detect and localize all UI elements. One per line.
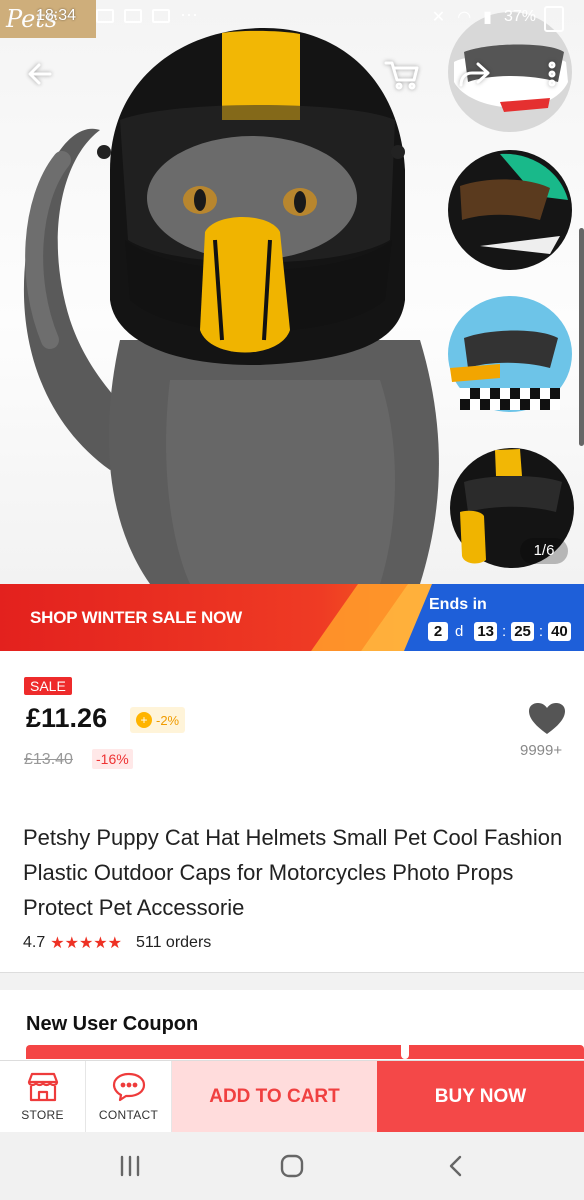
recent-apps-button[interactable]: [110, 1146, 150, 1186]
share-button[interactable]: [452, 52, 496, 96]
recent-apps-icon: [120, 1155, 140, 1177]
contact-label: CONTACT: [98, 1108, 159, 1122]
coin-icon: +: [136, 712, 152, 728]
orders-count: 511 orders: [135, 934, 212, 951]
home-button[interactable]: [272, 1146, 312, 1186]
rating-row[interactable]: 4.7 ★★★★★ 511 orders: [23, 933, 211, 953]
arrow-left-icon: [28, 63, 52, 85]
countdown-minutes: 25: [511, 622, 534, 641]
chevron-left-icon: [449, 1155, 462, 1177]
store-icon: [27, 1072, 58, 1102]
wifi-icon: ◠: [457, 9, 472, 26]
thumbnail-3[interactable]: [440, 288, 576, 424]
ends-in-label: Ends in: [429, 596, 487, 613]
mail-icon: [124, 9, 142, 23]
cart-button[interactable]: [380, 52, 424, 96]
buy-now-button[interactable]: BUY NOW: [377, 1061, 584, 1133]
product-title: Petshy Puppy Cat Hat Helmets Small Pet C…: [23, 825, 563, 920]
countdown-hours: 13: [474, 622, 498, 641]
add-to-cart-button[interactable]: ADD TO CART: [172, 1061, 377, 1133]
coupon-title: New User Coupon: [26, 1013, 199, 1035]
store-label: STORE: [21, 1108, 64, 1122]
more-vertical-icon: [548, 61, 556, 87]
more-options-button[interactable]: [530, 52, 574, 96]
countdown-days: 2: [428, 622, 448, 641]
sale-tag: SALE: [24, 677, 72, 695]
gallery-page-indicator: 1/6: [520, 538, 568, 564]
coin-discount-value: -2%: [156, 712, 180, 728]
mute-icon: ✕: [431, 9, 446, 26]
contact-button[interactable]: CONTACT: [86, 1061, 172, 1133]
action-bar: STORE CONTACT ADD TO CART BUY NOW: [0, 1060, 584, 1133]
status-indicators: ✕ ◠ ▮ 37%: [432, 7, 536, 27]
system-nav-bar: [0, 1132, 584, 1200]
battery-icon: [544, 6, 564, 32]
thumbnail-2[interactable]: [440, 140, 576, 276]
status-time: 18:34: [36, 7, 77, 24]
home-icon: [280, 1154, 304, 1178]
share-icon: [459, 62, 490, 87]
notification-icons: ···: [96, 4, 198, 24]
wishlist-count: 9999+: [520, 742, 563, 759]
heart-icon[interactable]: [527, 702, 567, 736]
scrollbar[interactable]: [579, 228, 584, 446]
star-rating-icon: ★★★★★: [50, 935, 122, 952]
countdown-seconds: 40: [548, 622, 571, 641]
back-nav-button[interactable]: [436, 1146, 476, 1186]
countdown-days-unit: d: [455, 623, 464, 640]
chat-icon: [112, 1072, 145, 1102]
section-divider: [0, 972, 584, 990]
more-notifications-icon: ···: [180, 4, 198, 24]
coupon-card[interactable]: [26, 1045, 584, 1059]
back-button[interactable]: [18, 52, 62, 96]
message-icon: [96, 9, 114, 23]
original-price: £13.40: [24, 751, 73, 768]
banner-text: SHOP WINTER SALE NOW: [30, 608, 242, 627]
battery-percent: 37%: [503, 8, 536, 25]
rating-value: 4.7: [23, 934, 46, 951]
coin-discount-badge[interactable]: + -2%: [130, 707, 186, 733]
countdown-timer: 2 d 13 : 25 : 40: [428, 622, 571, 641]
cart-icon: [384, 61, 419, 90]
current-price: £11.26: [26, 703, 108, 733]
store-button[interactable]: STORE: [0, 1061, 86, 1133]
youtube-icon: [152, 9, 170, 23]
signal-icon: ▮: [483, 9, 492, 26]
discount-badge: -16%: [92, 749, 133, 769]
product-image-gallery[interactable]: [0, 0, 584, 584]
